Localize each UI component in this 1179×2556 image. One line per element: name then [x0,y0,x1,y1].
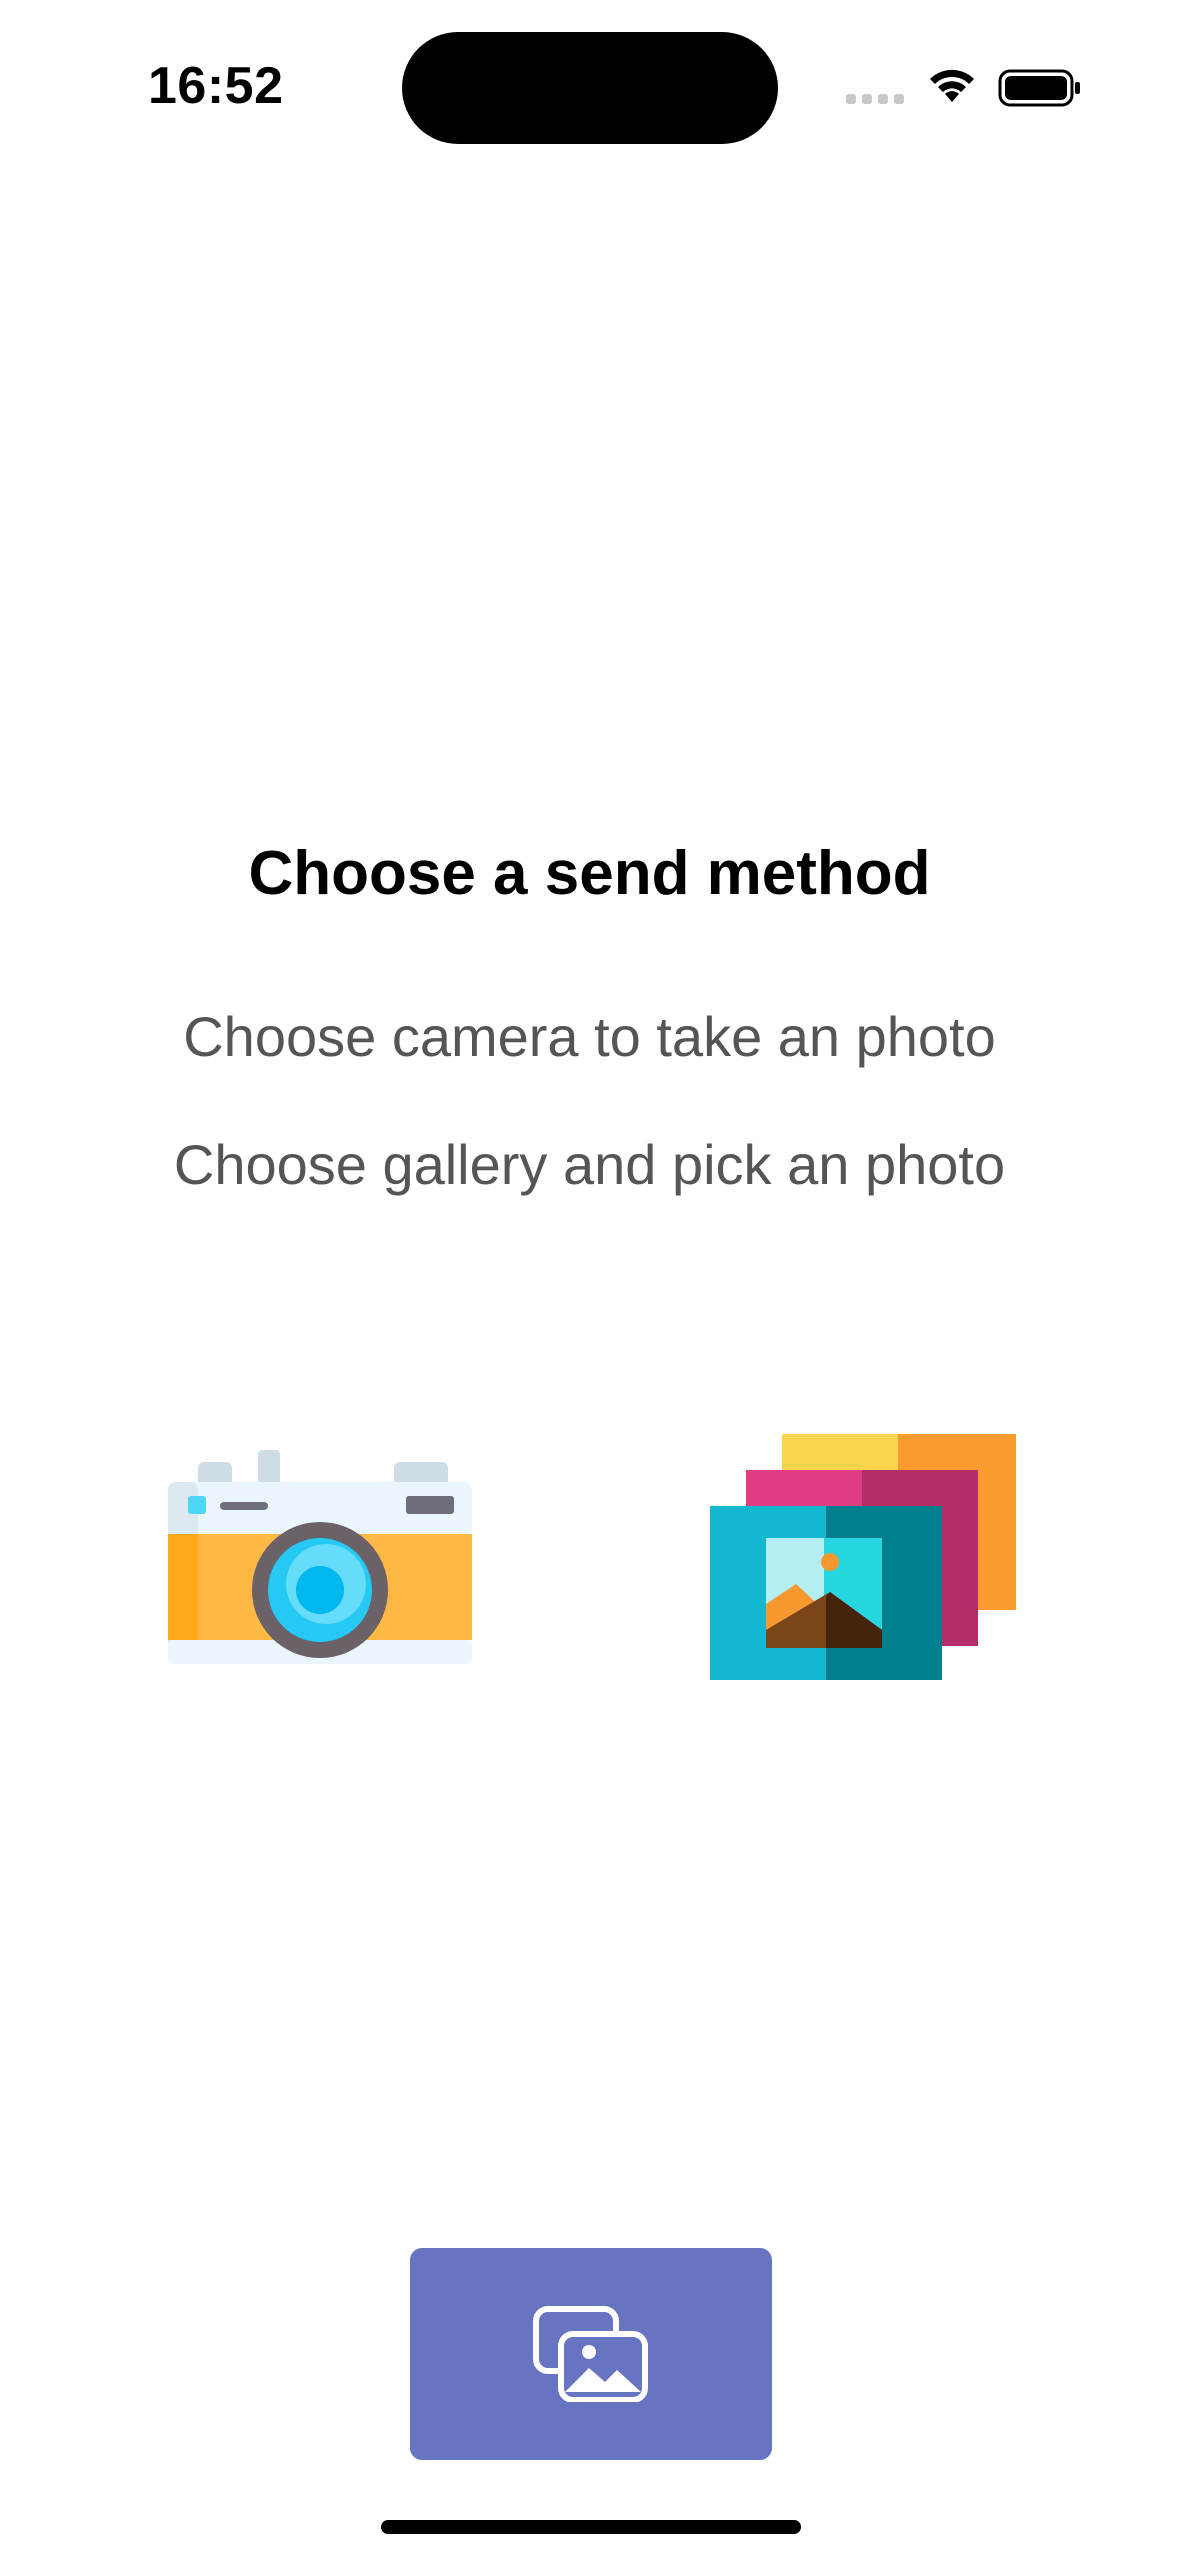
page-title: Choose a send method [248,839,931,908]
status-time: 16:52 [148,57,284,115]
camera-icon[interactable] [168,1450,472,1664]
gallery-instruction: Choose gallery and pick an photo [173,1133,1006,1196]
home-indicator [381,2520,801,2534]
gallery-icon[interactable] [710,1434,1016,1680]
dynamic-island [402,32,778,144]
photo-gallery-icon [533,2306,648,2402]
battery-icon [998,69,1080,107]
wifi-icon [930,69,974,102]
open-gallery-button[interactable] [410,2248,772,2460]
signal-icon [846,94,904,104]
camera-instruction: Choose camera to take an photo [183,1005,996,1068]
